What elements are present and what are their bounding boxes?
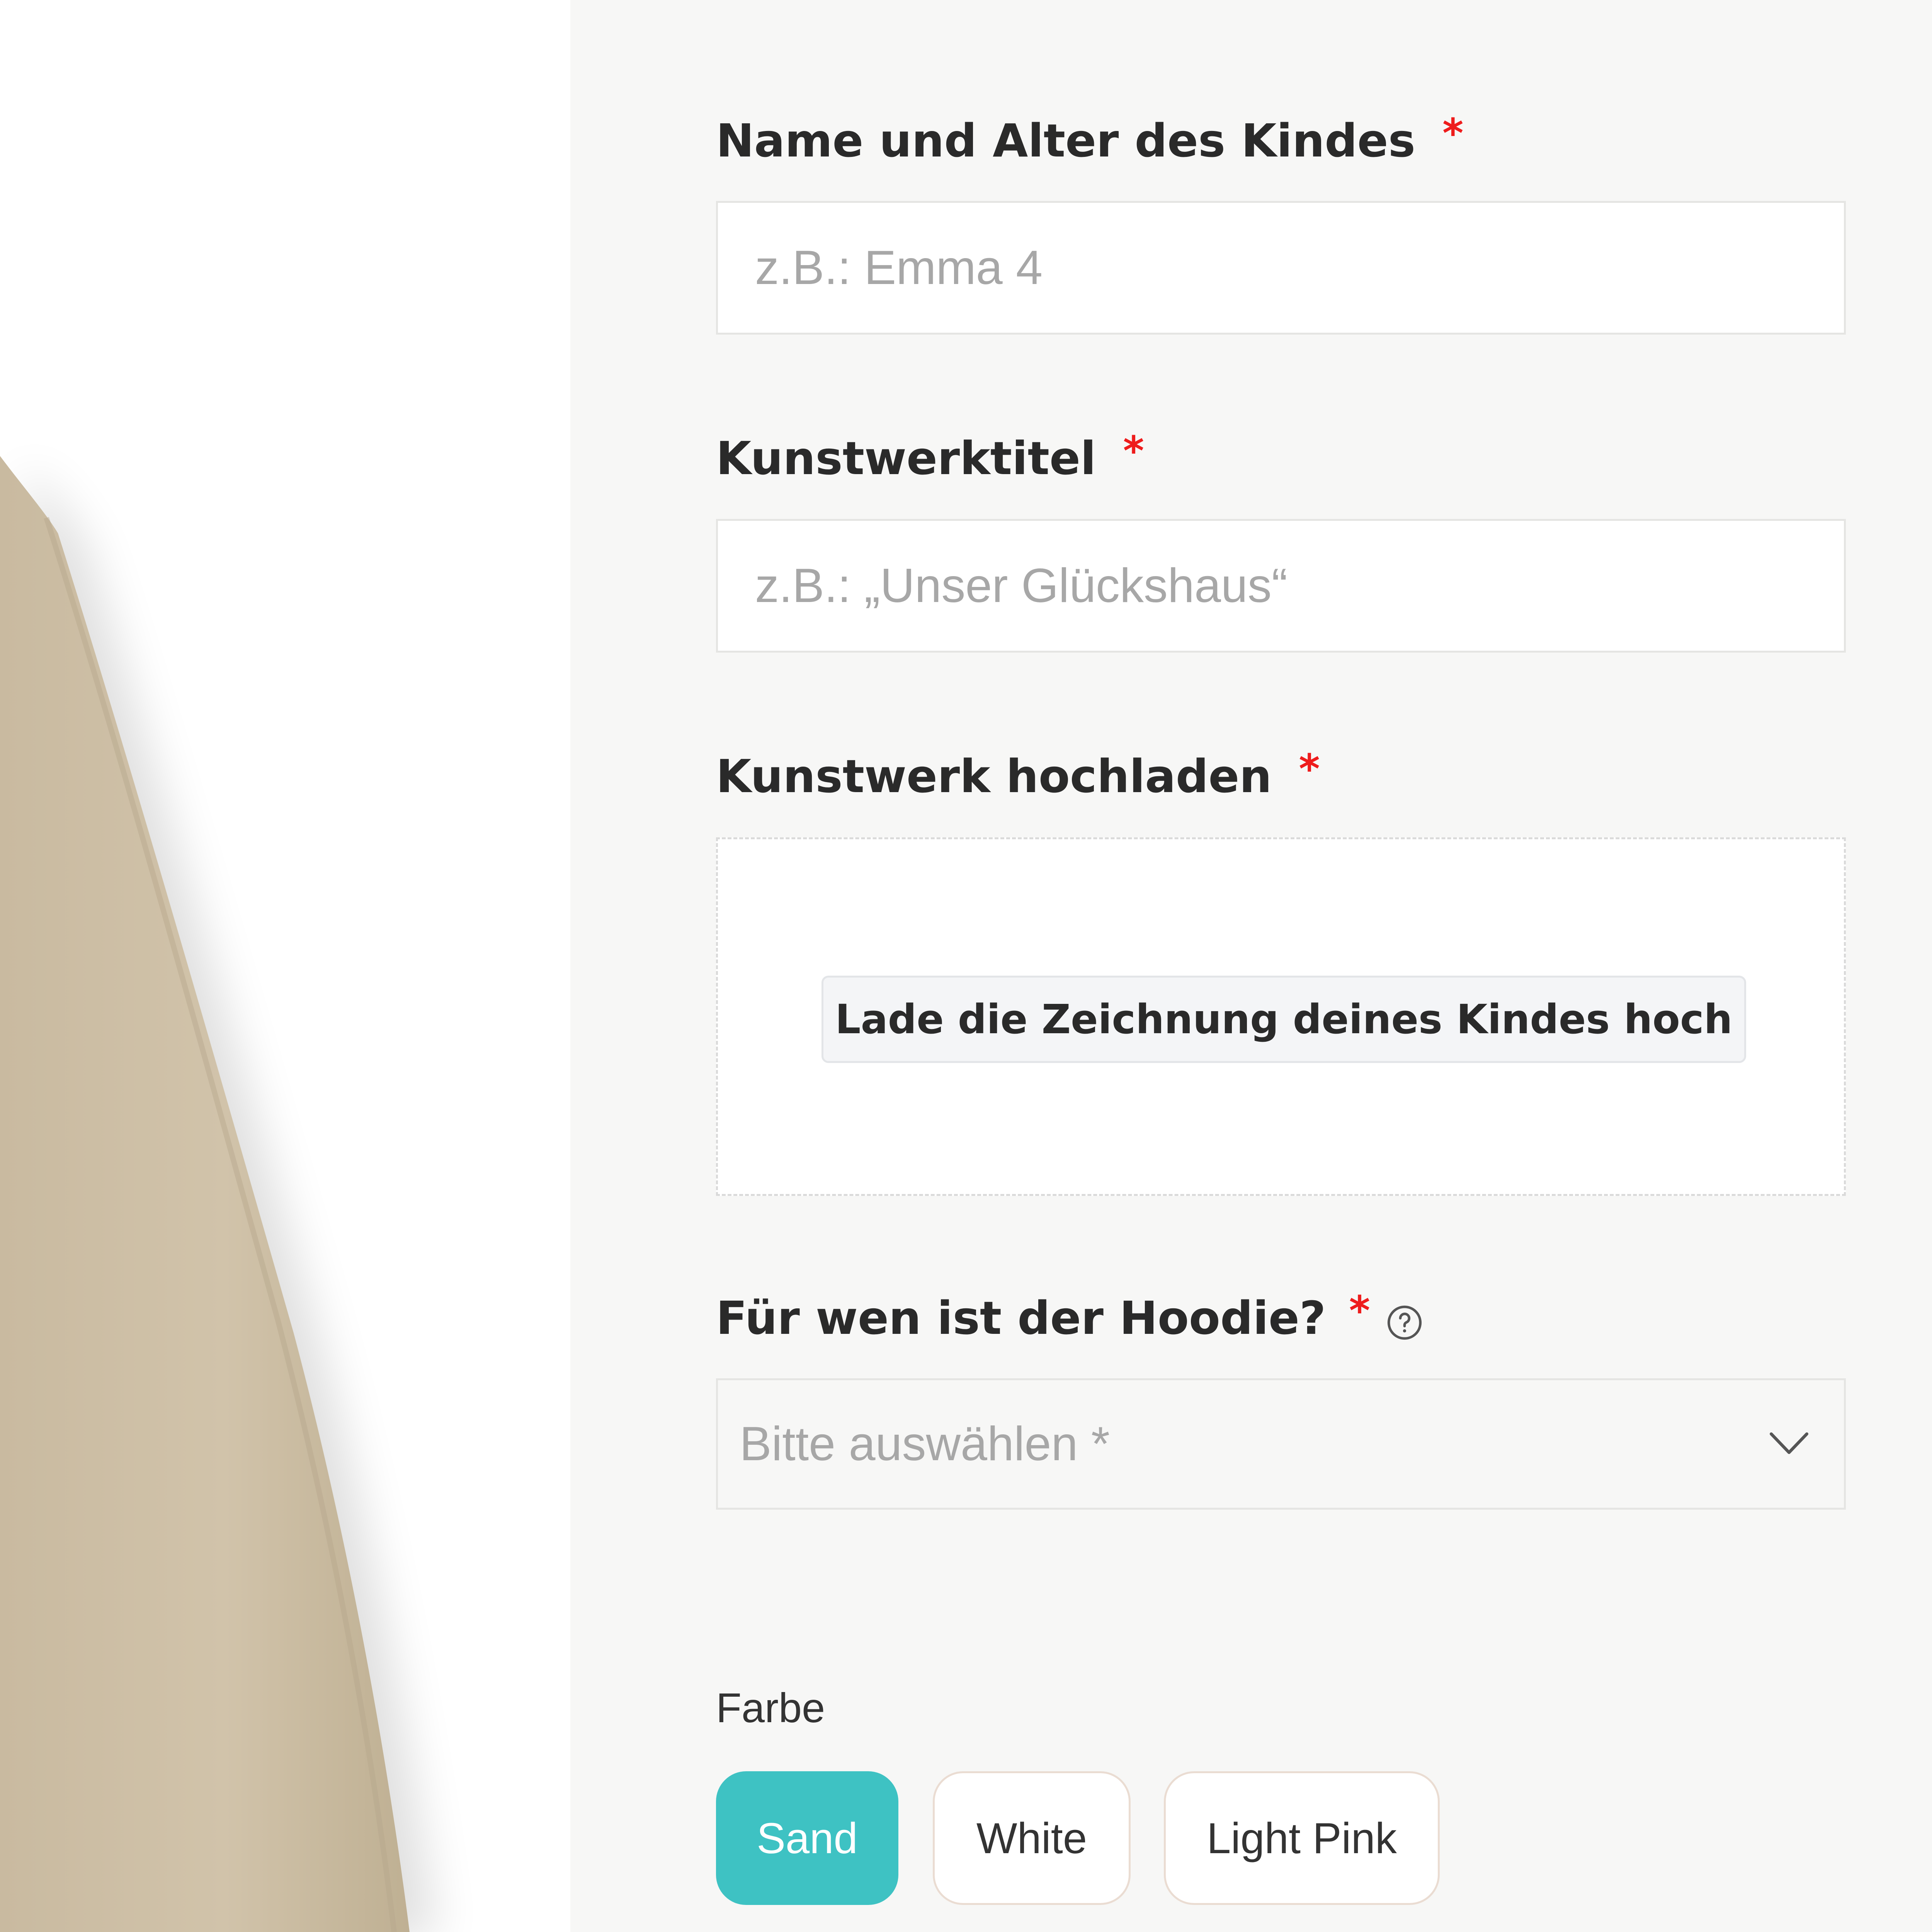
color-label: Farbe xyxy=(716,1684,825,1731)
artwork-title-input[interactable] xyxy=(716,519,1846,653)
color-option-white[interactable]: White xyxy=(933,1771,1131,1905)
upload-button[interactable]: Lade die Zeichnung deines Kindes hoch xyxy=(821,976,1746,1063)
recipient-select[interactable]: Bitte auswählen * xyxy=(716,1378,1846,1510)
required-marker: * xyxy=(1349,1287,1370,1334)
artwork-title-label-text: Kunstwerktitel xyxy=(716,432,1096,485)
required-marker: * xyxy=(1299,745,1320,793)
child-name-input[interactable] xyxy=(716,201,1846,335)
product-page: Name und Alter des Kindes * Kunstwerktite… xyxy=(0,0,1932,1932)
chevron-down-icon xyxy=(1770,1432,1808,1454)
upload-label-text: Kunstwerk hochladen xyxy=(716,750,1272,803)
recipient-select-value: Bitte auswählen * xyxy=(740,1417,1110,1471)
hoodie-image xyxy=(0,456,436,1932)
recipient-label: Für wen ist der Hoodie? * xyxy=(716,1287,1423,1347)
artwork-title-label: Kunstwerktitel * xyxy=(716,427,1144,487)
color-option-sand[interactable]: Sand xyxy=(716,1771,898,1905)
upload-label: Kunstwerk hochladen * xyxy=(716,745,1320,805)
child-name-label-text: Name und Alter des Kindes xyxy=(716,114,1415,167)
personalization-form: Name und Alter des Kindes * Kunstwerktite… xyxy=(570,0,1932,1932)
product-image xyxy=(0,0,570,1932)
upload-dropzone[interactable]: Lade die Zeichnung deines Kindes hoch xyxy=(716,837,1846,1196)
required-marker: * xyxy=(1442,110,1464,157)
question-circle-icon[interactable] xyxy=(1386,1299,1423,1340)
child-name-label: Name und Alter des Kindes * xyxy=(716,110,1463,170)
required-marker: * xyxy=(1123,427,1144,474)
color-option-light-pink[interactable]: Light Pink xyxy=(1164,1771,1440,1905)
recipient-label-text: Für wen ist der Hoodie? xyxy=(716,1291,1326,1345)
